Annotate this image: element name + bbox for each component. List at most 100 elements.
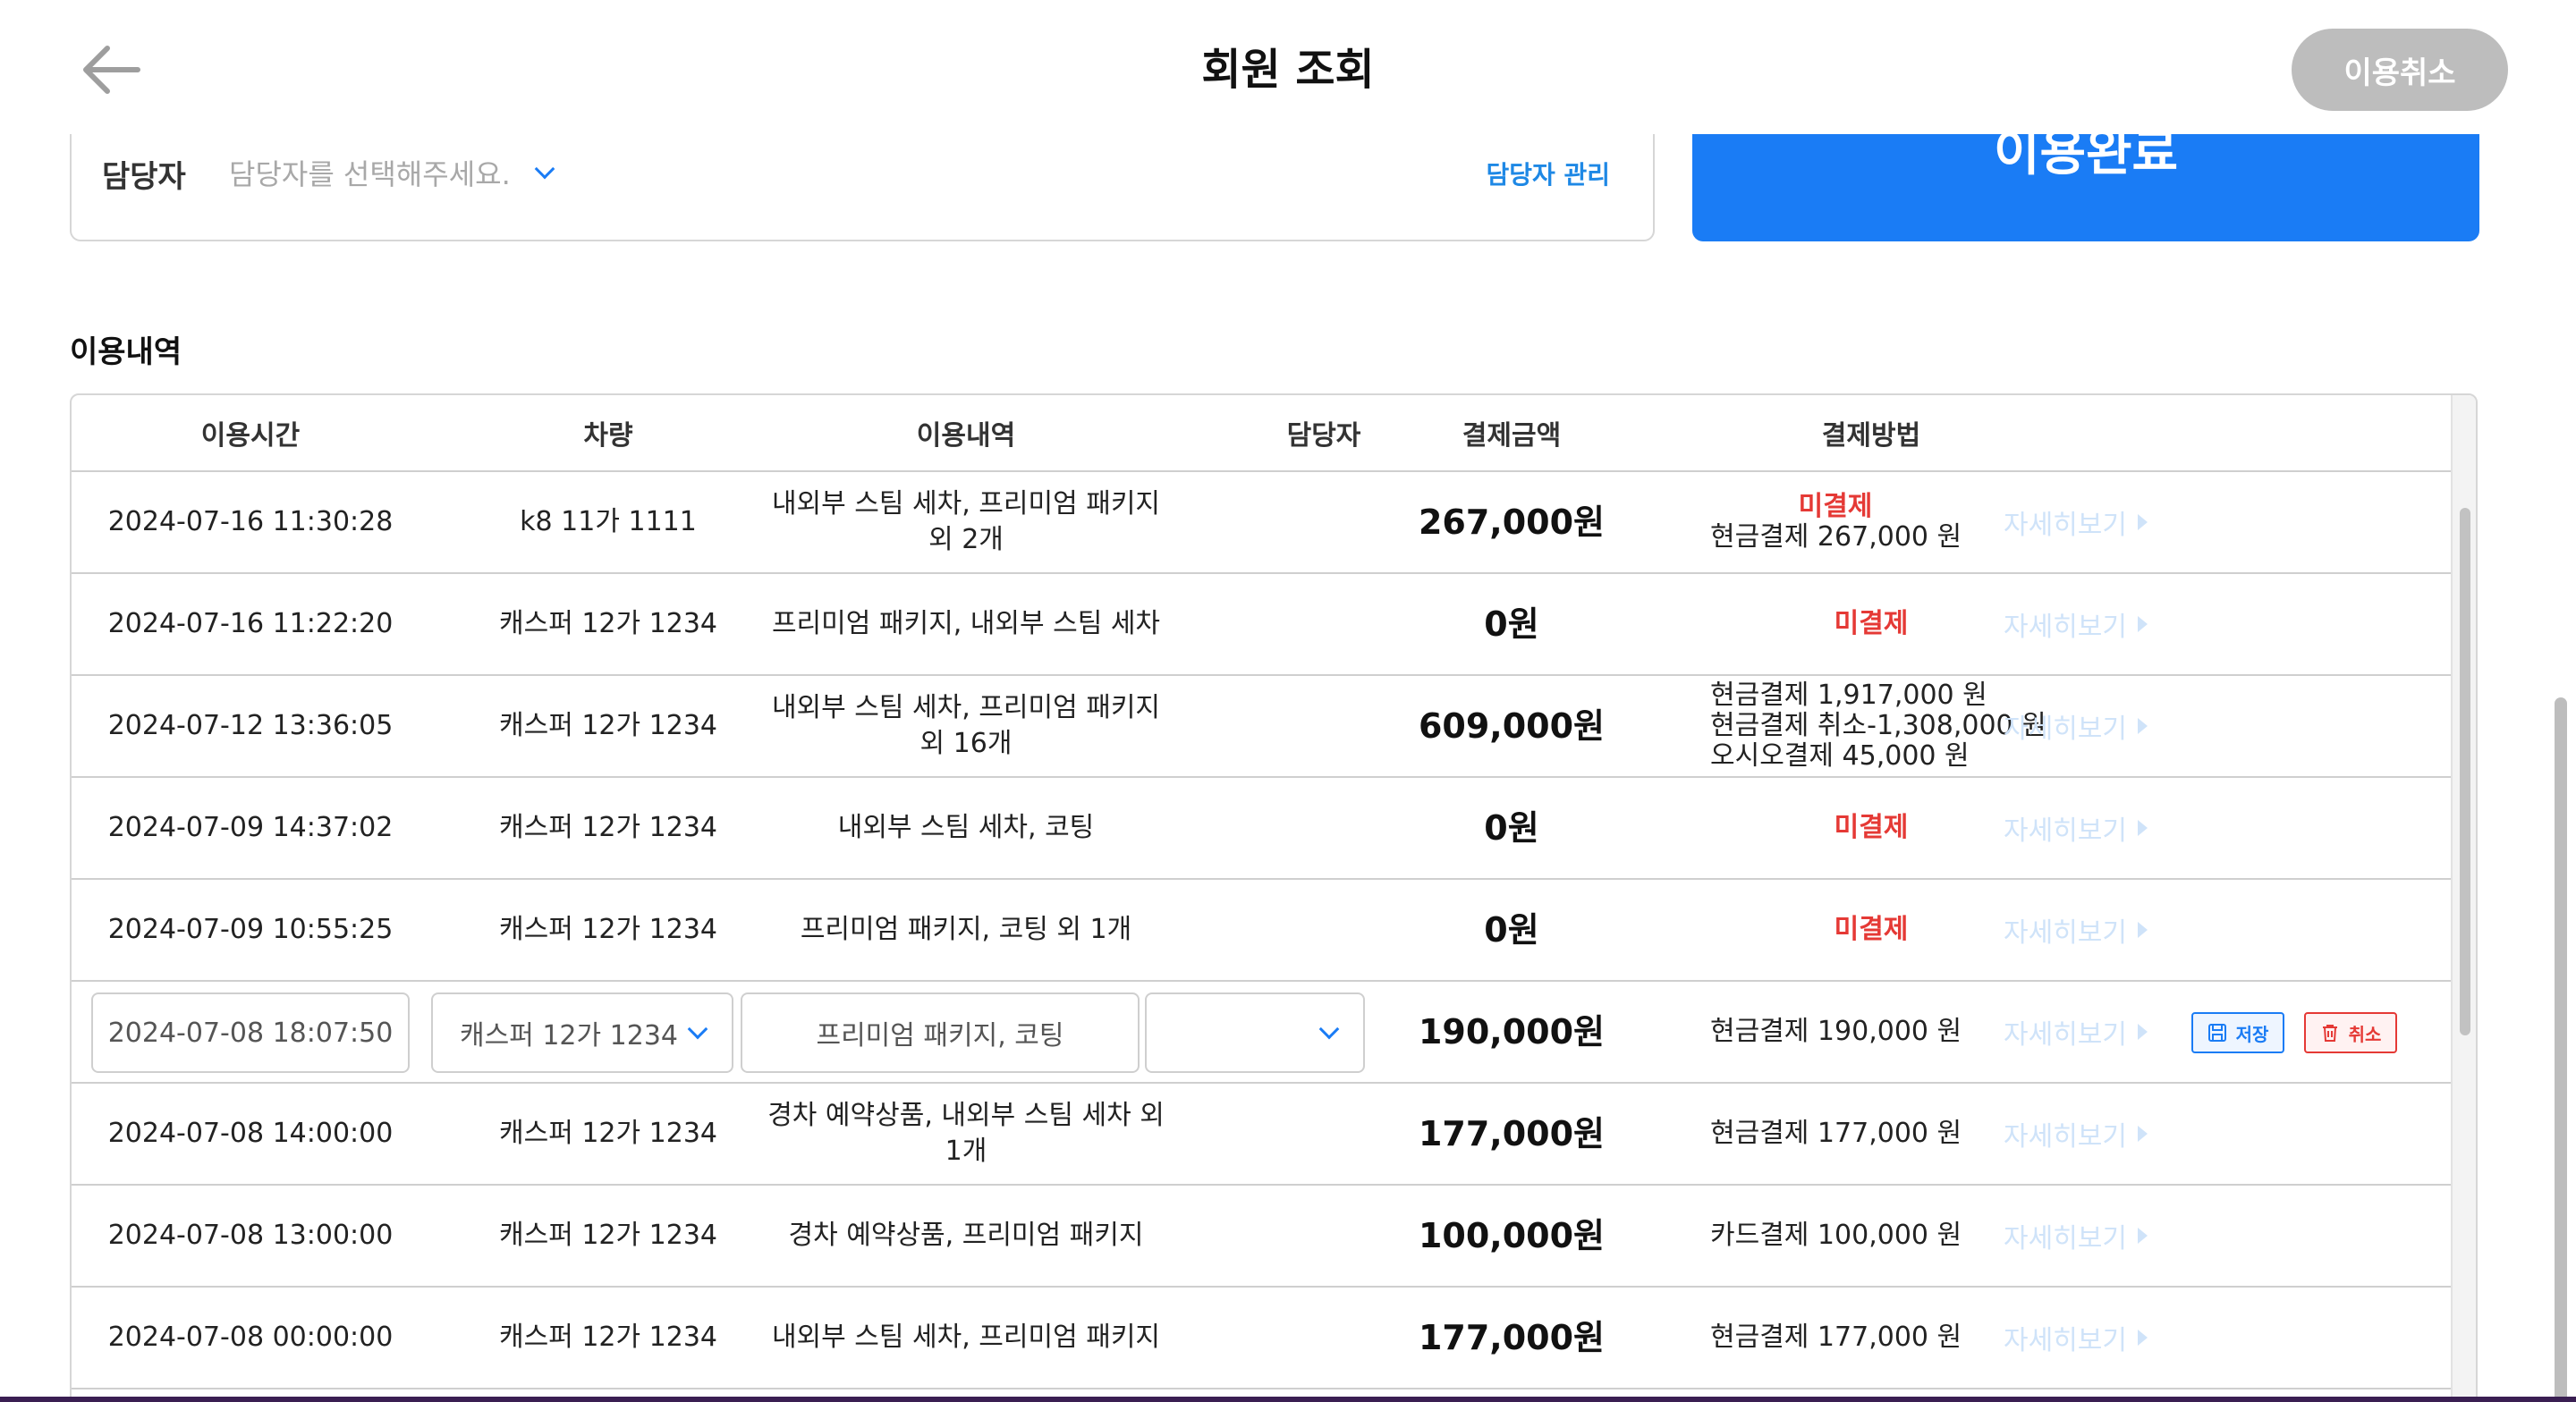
row-time: 2024-07-08 00:00:00 — [107, 1322, 394, 1353]
row-amount: 190,000원 — [1418, 1012, 1606, 1052]
row-amount: 177,000원 — [1418, 1318, 1606, 1357]
table-row: 2024-07-12 13:36:05 캐스퍼 12가 1234 내외부 스팀 … — [72, 676, 2451, 778]
floppy-disk-icon — [2207, 1024, 2226, 1042]
detail-link[interactable]: 자세히보기 — [2004, 1186, 2148, 1286]
detail-link-label: 자세히보기 — [2004, 714, 2127, 745]
detail-link-label: 자세히보기 — [2004, 815, 2127, 847]
detail-link-label: 자세히보기 — [2004, 510, 2127, 541]
page-scroll-thumb[interactable] — [2555, 697, 2567, 1402]
detail-link[interactable]: 자세히보기 — [2004, 676, 2148, 776]
caret-right-icon — [2138, 1126, 2148, 1142]
table-row: 2024-07-09 10:55:25 캐스퍼 12가 1234 프리미엄 패키… — [72, 880, 2451, 982]
car-select-value: 캐스퍼 12가 1234 — [460, 1020, 678, 1052]
row-desc: 내외부 스팀 세차, 프리미엄 패키지 외 2개 — [771, 488, 1161, 555]
payment-line: 오시오결제 45,000 원 — [1710, 740, 1970, 772]
desc-input[interactable]: 프리미엄 패키지, 코팅 — [741, 992, 1140, 1073]
table-row: 2024-07-08 14:00:00 캐스퍼 12가 1234 경차 예약상품… — [72, 1084, 2451, 1186]
payment-line: 현금결제 177,000 원 — [1710, 1322, 1962, 1353]
page-scrollbar[interactable] — [2551, 134, 2572, 1402]
chevron-down-icon — [1318, 1018, 1340, 1040]
caret-right-icon — [2138, 820, 2148, 836]
row-desc: 프리미엄 패키지, 내외부 스팀 세차 — [771, 608, 1161, 639]
staff-selector-panel: 담당자 담당자를 선택해주세요. 담당자 관리 — [70, 134, 1655, 241]
staff-placeholder: 담당자를 선택해주세요. — [229, 157, 511, 191]
payment-line: 현금결제 1,917,000 원 — [1710, 680, 1987, 711]
row-time: 2024-07-08 14:00:00 — [107, 1118, 394, 1149]
car-select[interactable]: 캐스퍼 12가 1234 — [431, 992, 733, 1073]
table-row: 2024-07-16 11:22:20 캐스퍼 12가 1234 프리미엄 패키… — [72, 574, 2451, 676]
column-header-amount: 결제금액 — [1462, 420, 1562, 452]
staff-label: 담당자 — [102, 159, 186, 195]
row-desc: 내외부 스팀 세차, 코팅 — [837, 812, 1095, 843]
payment-line: 카드결제 100,000 원 — [1710, 1220, 1962, 1251]
caret-right-icon — [2138, 1024, 2148, 1040]
row-amount: 609,000원 — [1418, 706, 1606, 746]
detail-link[interactable]: 자세히보기 — [2004, 1084, 2148, 1184]
detail-link[interactable]: 자세히보기 — [2004, 574, 2148, 674]
payment-line: 현금결제 190,000 원 — [1710, 1016, 1962, 1047]
unpaid-status: 미결제 — [1798, 491, 1873, 522]
detail-link[interactable]: 자세히보기 — [2004, 880, 2148, 980]
detail-link[interactable]: 자세히보기 — [2004, 1288, 2148, 1388]
time-input[interactable]: 2024-07-08 18:07:50 — [91, 992, 410, 1073]
detail-link-label: 자세히보기 — [2004, 1325, 2127, 1356]
save-button-label: 저장 — [2235, 1023, 2269, 1045]
row-desc: 내외부 스팀 세차, 프리미엄 패키지 외 16개 — [771, 692, 1161, 759]
row-time: 2024-07-09 14:37:02 — [107, 812, 394, 843]
table-row: 2024-07-09 14:37:02 캐스퍼 12가 1234 내외부 스팀 … — [72, 778, 2451, 880]
trash-icon — [2322, 1025, 2337, 1042]
detail-link[interactable]: 자세히보기 — [2004, 472, 2148, 572]
save-button[interactable]: 저장 — [2191, 1012, 2284, 1053]
row-time: 2024-07-16 11:22:20 — [107, 608, 394, 639]
chevron-down-icon — [687, 1018, 708, 1040]
table-scrollbar[interactable] — [2451, 395, 2476, 1402]
table-row: 2024-07-08 13:00:00 캐스퍼 12가 1234 경차 예약상품… — [72, 1186, 2451, 1288]
complete-button[interactable]: 이용완료 — [1692, 124, 2479, 241]
row-time: 2024-07-12 13:36:05 — [107, 710, 394, 741]
table-scroll-thumb[interactable] — [2460, 508, 2470, 1035]
page-title: 회원 조회 — [1201, 45, 1375, 95]
detail-link-label: 자세히보기 — [2004, 1019, 2127, 1051]
row-time: 2024-07-16 11:30:28 — [107, 506, 394, 537]
row-amount: 100,000원 — [1418, 1216, 1606, 1255]
staff-dropdown[interactable]: 담당자를 선택해주세요. — [229, 152, 555, 193]
row-amount: 0원 — [1484, 808, 1539, 848]
caret-right-icon — [2138, 1228, 2148, 1244]
payment-line: 현금결제 267,000 원 — [1710, 521, 1962, 553]
detail-link[interactable]: 자세히보기 — [2004, 778, 2148, 878]
table-row: 2024-07-08 00:00:00 캐스퍼 12가 1234 내외부 스팀 … — [72, 1288, 2451, 1389]
column-header-desc: 이용내역 — [916, 420, 1016, 452]
row-amount: 0원 — [1484, 910, 1539, 950]
row-desc: 경차 예약상품, 프리미엄 패키지 — [788, 1220, 1144, 1251]
staff-manage-link[interactable]: 담당자 관리 — [1486, 156, 1610, 191]
row-amount: 177,000원 — [1418, 1114, 1606, 1153]
row-amount: 0원 — [1484, 604, 1539, 644]
app-header: 회원 조회 이용취소 — [0, 0, 2576, 134]
payment-line: 현금결제 취소-1,308,000 원 — [1710, 710, 2046, 741]
window-bottom-edge — [0, 1397, 2576, 1402]
staff-select[interactable] — [1145, 992, 1365, 1073]
column-header-time: 이용시간 — [200, 420, 301, 452]
cancel-use-button[interactable]: 이용취소 — [2292, 29, 2508, 111]
complete-button-label: 이용완료 — [1993, 124, 2179, 182]
cancel-edit-button[interactable]: 취소 — [2304, 1012, 2397, 1053]
detail-link-label: 자세히보기 — [2004, 1121, 2127, 1153]
row-desc: 프리미엄 패키지, 코팅 외 1개 — [800, 914, 1132, 945]
column-header-payment: 결제방법 — [1821, 420, 1921, 452]
table-row: 2024-07-16 11:30:28 k8 11가 1111 내외부 스팀 세… — [72, 472, 2451, 574]
caret-right-icon — [2138, 1330, 2148, 1346]
detail-link-label: 자세히보기 — [2004, 1223, 2127, 1254]
cancel-edit-label: 취소 — [2348, 1023, 2382, 1045]
row-amount: 267,000원 — [1418, 503, 1606, 542]
caret-right-icon — [2138, 616, 2148, 632]
caret-right-icon — [2138, 514, 2148, 530]
history-section-title: 이용내역 — [70, 334, 182, 370]
detail-link-label: 자세히보기 — [2004, 917, 2127, 949]
row-time: 2024-07-08 13:00:00 — [107, 1220, 394, 1251]
table-row-editing: 2024-07-08 18:07:50 캐스퍼 12가 1234 프리미엄 패키… — [72, 982, 2451, 1084]
detail-link[interactable]: 자세히보기 — [2004, 982, 2148, 1082]
row-desc: 내외부 스팀 세차, 프리미엄 패키지 — [771, 1322, 1161, 1353]
table-header: 이용시간 차량 이용내역 담당자 결제금액 결제방법 — [72, 395, 2451, 472]
caret-right-icon — [2138, 718, 2148, 734]
detail-link-label: 자세히보기 — [2004, 612, 2127, 643]
